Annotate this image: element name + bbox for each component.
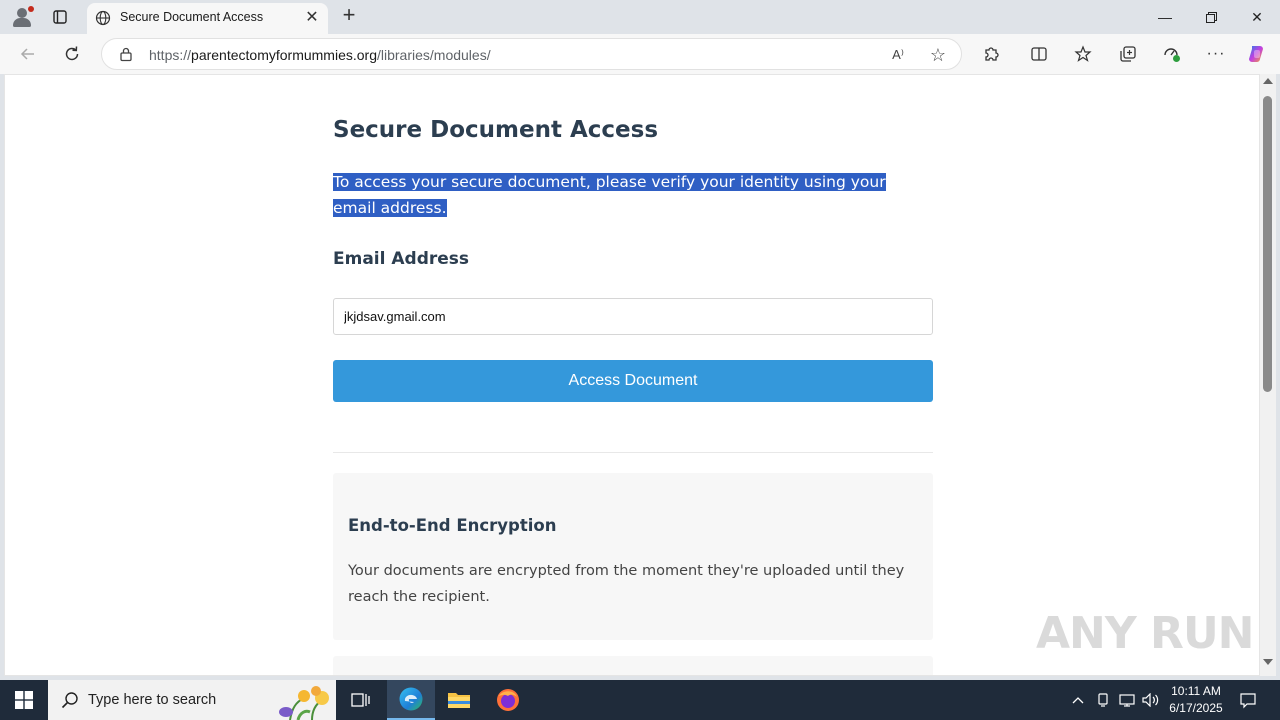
search-icon [61, 692, 78, 709]
page-scrollbar[interactable] [1260, 74, 1276, 676]
more-icon[interactable]: ··· [1205, 43, 1227, 65]
globe-icon [95, 10, 111, 26]
page-title: Secure Document Access [333, 117, 659, 143]
feature-card: End-to-End Encryption Your documents are… [333, 473, 933, 640]
split-screen-icon[interactable] [1028, 43, 1050, 65]
performance-icon[interactable] [1161, 43, 1183, 65]
minimize-icon[interactable]: — [1142, 0, 1188, 34]
notification-icon[interactable] [1236, 680, 1260, 720]
access-document-button[interactable]: Access Document [333, 360, 933, 402]
back-icon[interactable] [16, 42, 40, 66]
tab-title: Secure Document Access [120, 10, 264, 24]
title-bar: Secure Document Access ✕ + — ✕ [0, 0, 1280, 34]
wifi-icon[interactable] [1093, 680, 1113, 720]
maximize-icon[interactable] [1188, 0, 1234, 34]
taskbar: Type here to search 10:11 AM 6/17/2025 [0, 680, 1280, 720]
intro-selected-text: To access your secure document, please v… [333, 173, 886, 217]
search-placeholder: Type here to search [88, 692, 217, 708]
scroll-thumb[interactable] [1263, 96, 1272, 392]
lock-icon[interactable] [118, 46, 134, 62]
clock[interactable]: 10:11 AM 6/17/2025 [1164, 683, 1228, 717]
feature-title: End-to-End Encryption [348, 516, 557, 535]
watermark: ANY RUN [1036, 608, 1254, 659]
flowers-icon [279, 686, 329, 720]
extensions-icon[interactable] [980, 43, 1002, 65]
address-bar[interactable]: https://parentectomyformummies.org/libra… [101, 38, 962, 70]
close-icon[interactable]: ✕ [303, 9, 321, 27]
scroll-up-icon[interactable] [1263, 78, 1273, 84]
email-field[interactable] [333, 298, 933, 335]
profile-icon[interactable] [9, 5, 35, 29]
scroll-down-icon[interactable] [1263, 659, 1273, 665]
address-toolbar: https://parentectomyformummies.org/libra… [0, 34, 1280, 74]
divider [333, 452, 933, 453]
favorite-star-icon[interactable]: ☆ [928, 45, 948, 65]
new-tab-icon[interactable]: + [338, 4, 360, 27]
windows-start-icon[interactable] [0, 680, 48, 720]
url-text[interactable]: https://parentectomyformummies.org/libra… [149, 47, 491, 63]
intro-text: To access your secure document, please v… [333, 169, 893, 221]
chevron-up-icon[interactable] [1068, 680, 1088, 720]
clock-date: 6/17/2025 [1169, 701, 1223, 715]
network-icon[interactable] [1117, 680, 1137, 720]
volume-icon[interactable] [1140, 680, 1162, 720]
tab-actions-icon[interactable] [47, 5, 73, 29]
close-window-icon[interactable]: ✕ [1234, 0, 1280, 34]
firefox-icon[interactable] [484, 680, 532, 720]
feature-text: Your documents are encrypted from the mo… [348, 563, 905, 605]
reload-icon[interactable] [60, 42, 84, 66]
task-view-icon[interactable] [336, 680, 384, 720]
tab-active[interactable]: Secure Document Access ✕ [87, 3, 328, 34]
feature-card-next [333, 656, 933, 675]
edge-icon[interactable] [387, 680, 435, 720]
file-explorer-icon[interactable] [435, 680, 483, 720]
favorites-icon[interactable] [1072, 43, 1094, 65]
read-aloud-icon[interactable]: A⁾ [888, 45, 908, 65]
copilot-icon[interactable] [1246, 43, 1268, 65]
taskbar-search[interactable]: Type here to search [48, 680, 336, 720]
email-label: Email Address [333, 249, 470, 269]
page-viewport: Secure Document Access To access your se… [4, 74, 1260, 676]
clock-time: 10:11 AM [1171, 684, 1221, 698]
collections-icon[interactable] [1117, 43, 1139, 65]
